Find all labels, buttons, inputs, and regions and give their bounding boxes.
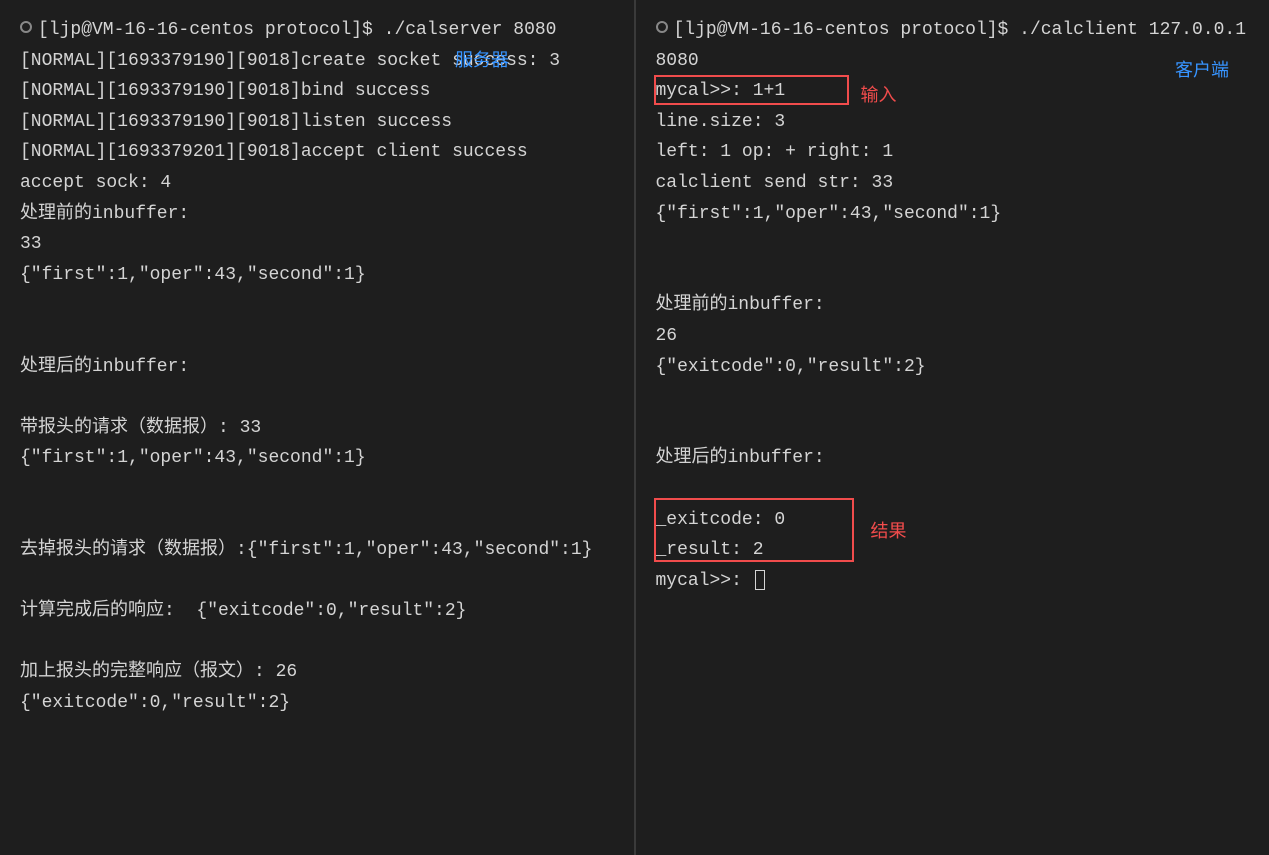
terminal-line: 33 <box>20 229 614 260</box>
terminal-line: {"first":1,"oper":43,"second":1} <box>20 443 614 474</box>
status-circle-icon <box>656 21 668 33</box>
terminal-line <box>656 229 1250 260</box>
terminal-line: line.size: 3 <box>656 107 1250 138</box>
terminal-line <box>656 382 1250 413</box>
terminal-line: 处理后的inbuffer: <box>20 352 614 383</box>
terminal-line: {"first":1,"oper":43,"second":1} <box>20 260 614 291</box>
annotation-result-label: 结果 <box>871 516 907 547</box>
annotation-input-label: 输入 <box>861 80 897 111</box>
terminal-line: [NORMAL][1693379190][9018]bind success <box>20 76 614 107</box>
terminal-line <box>20 505 614 536</box>
terminal-line <box>20 290 614 321</box>
terminal-line: [ljp@VM-16-16-centos protocol]$ ./calcli… <box>656 20 1257 71</box>
terminal-pane-server[interactable]: [ljp@VM-16-16-centos protocol]$ ./calser… <box>0 0 636 855</box>
terminal-line: [NORMAL][1693379201][9018]accept client … <box>20 137 614 168</box>
terminal-line <box>20 474 614 505</box>
terminal-line: {"first":1,"oper":43,"second":1} <box>656 199 1250 230</box>
annotation-client-label: 客户端 <box>1175 55 1229 86</box>
terminal-line: 26 <box>656 321 1250 352</box>
terminal-line: _result: 2 <box>656 535 1250 566</box>
terminal-line: _exitcode: 0 <box>656 505 1250 536</box>
terminal-pane-client[interactable]: [ljp@VM-16-16-centos protocol]$ ./calcli… <box>636 0 1269 855</box>
terminal-line: calclient send str: 33 <box>656 168 1250 199</box>
terminal-line <box>20 566 614 597</box>
terminal-line <box>656 474 1250 505</box>
terminal-line: 处理前的inbuffer: <box>20 199 614 230</box>
terminal-line: accept sock: 4 <box>20 168 614 199</box>
cursor-icon <box>755 570 765 590</box>
terminal-prompt: mycal>>: <box>656 571 753 591</box>
terminal-line: [NORMAL][1693379190][9018]listen success <box>20 107 614 138</box>
status-circle-icon <box>20 21 32 33</box>
terminal-line: 计算完成后的响应: {"exitcode":0,"result":2} <box>20 596 614 627</box>
terminal-line: [NORMAL][1693379190][9018]create socket … <box>20 46 614 77</box>
terminal-line <box>20 382 614 413</box>
terminal-line: 加上报头的完整响应（报文）: 26 <box>20 657 614 688</box>
terminal-line <box>656 260 1250 291</box>
terminal-line <box>20 627 614 658</box>
terminal-line: [ljp@VM-16-16-centos protocol]$ ./calser… <box>38 20 556 40</box>
terminal-line: 处理后的inbuffer: <box>656 443 1250 474</box>
annotation-server-label: 服务器 <box>455 45 509 76</box>
terminal-line: 处理前的inbuffer: <box>656 290 1250 321</box>
terminal-line: 带报头的请求（数据报）: 33 <box>20 413 614 444</box>
terminal-line: 去掉报头的请求（数据报）:{"first":1,"oper":43,"secon… <box>20 535 614 566</box>
terminal-line: {"exitcode":0,"result":2} <box>20 688 614 719</box>
terminal-line <box>656 413 1250 444</box>
terminal-line: mycal>>: 1+1 <box>656 76 1250 107</box>
terminal-line: left: 1 op: + right: 1 <box>656 137 1250 168</box>
terminal-line: {"exitcode":0,"result":2} <box>656 352 1250 383</box>
terminal-line <box>20 321 614 352</box>
